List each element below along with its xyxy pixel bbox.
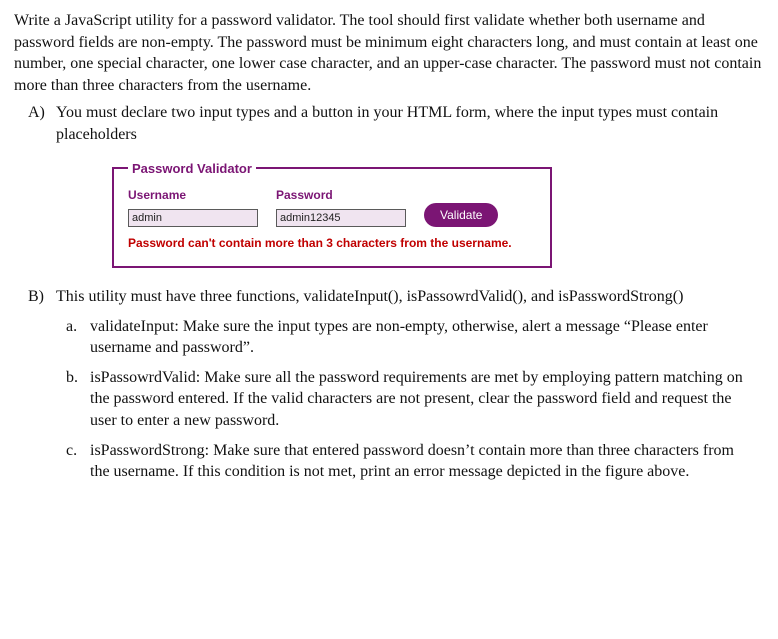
username-input[interactable] bbox=[128, 209, 258, 227]
item-B-text: This utility must have three functions, … bbox=[56, 286, 764, 308]
item-B-a: a. validateInput: Make sure the input ty… bbox=[56, 316, 764, 359]
item-B-c: c. isPasswordStrong: Make sure that ente… bbox=[56, 440, 764, 483]
username-column: Username bbox=[128, 187, 258, 227]
intro-paragraph: Write a JavaScript utility for a passwor… bbox=[14, 10, 764, 96]
item-B-b: b. isPassowrdValid: Make sure all the pa… bbox=[56, 367, 764, 432]
item-B-c-body: isPasswordStrong: Make sure that entered… bbox=[90, 440, 764, 483]
username-label: Username bbox=[128, 187, 258, 203]
password-column: Password bbox=[276, 187, 406, 227]
password-input[interactable] bbox=[276, 209, 406, 227]
item-B-label: B) bbox=[14, 286, 56, 483]
item-B-b-body: isPassowrdValid: Make sure all the passw… bbox=[90, 367, 764, 432]
button-column: Validate bbox=[424, 187, 498, 227]
item-A-label: A) bbox=[14, 102, 56, 145]
item-B-body: This utility must have three functions, … bbox=[56, 286, 764, 483]
item-A-body: You must declare two input types and a b… bbox=[56, 102, 764, 145]
item-B-a-label: a. bbox=[56, 316, 90, 359]
validator-fieldset: Password Validator Username Password Val… bbox=[112, 160, 552, 269]
item-B-c-label: c. bbox=[56, 440, 90, 483]
item-B: B) This utility must have three function… bbox=[14, 286, 764, 483]
validate-button[interactable]: Validate bbox=[424, 203, 498, 227]
item-A: A) You must declare two input types and … bbox=[14, 102, 764, 145]
validator-figure: Password Validator Username Password Val… bbox=[110, 160, 764, 269]
password-label: Password bbox=[276, 187, 406, 203]
error-message: Password can't contain more than 3 chara… bbox=[128, 235, 536, 252]
item-B-a-body: validateInput: Make sure the input types… bbox=[90, 316, 764, 359]
validator-row: Username Password Validate bbox=[128, 187, 536, 227]
validator-legend: Password Validator bbox=[128, 160, 256, 178]
item-B-b-label: b. bbox=[56, 367, 90, 432]
